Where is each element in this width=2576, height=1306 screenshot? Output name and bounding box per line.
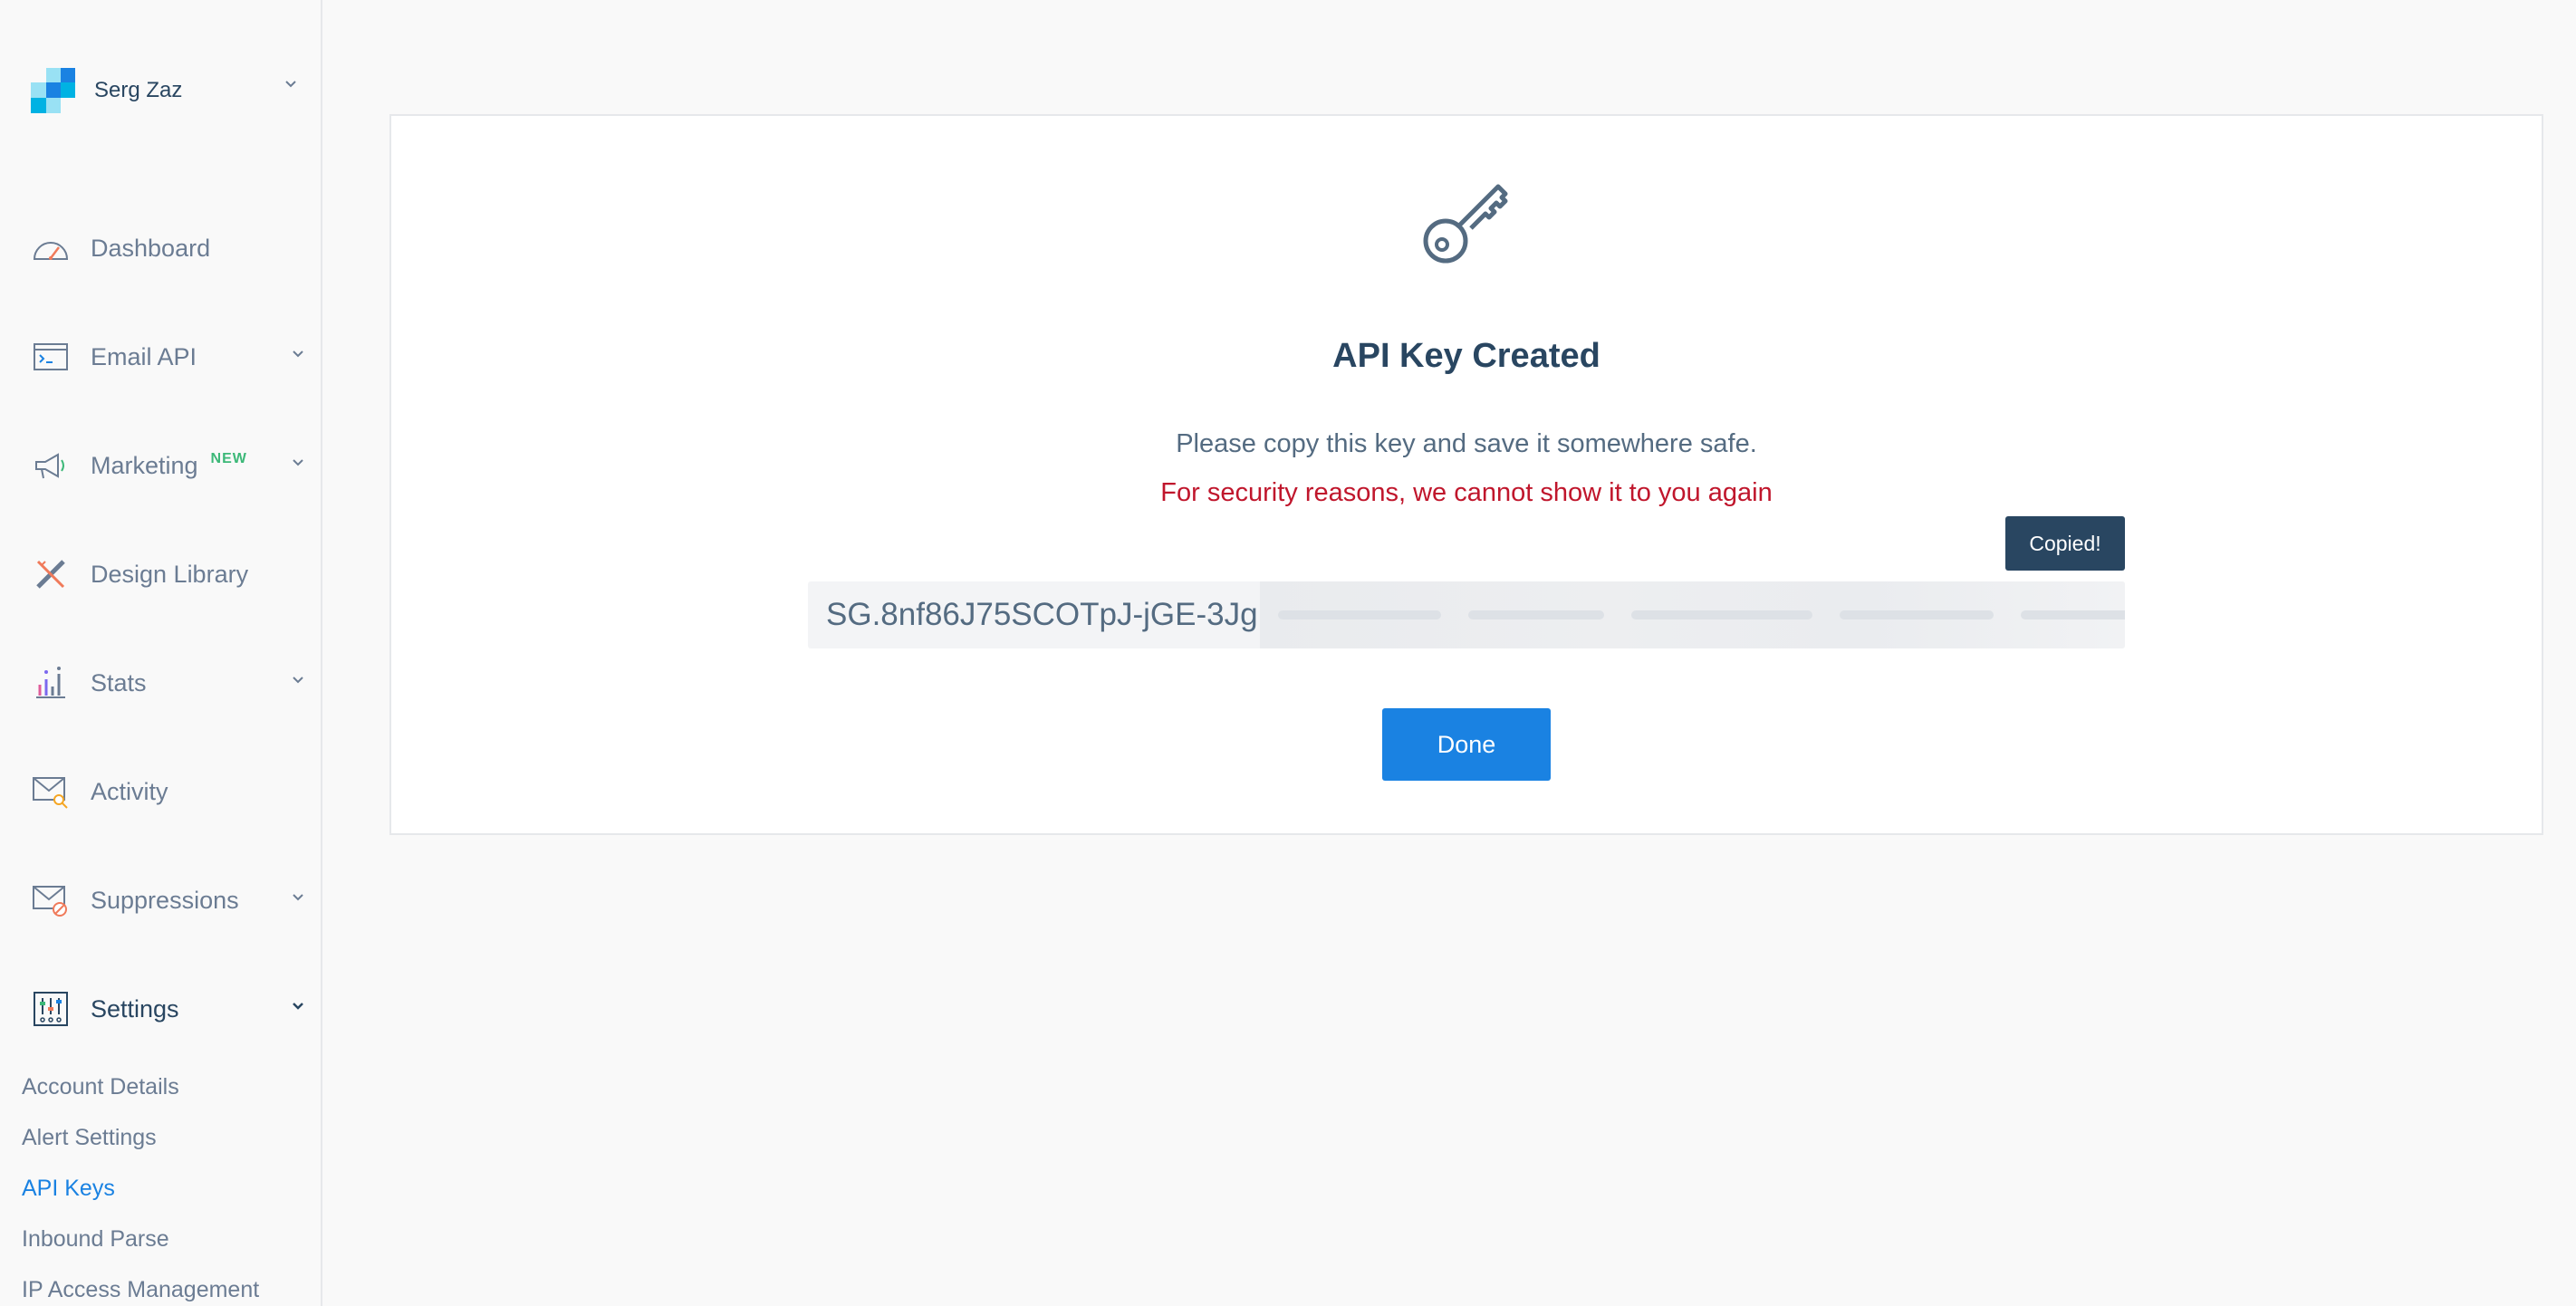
account-switcher[interactable]: Serg Zaz [31, 65, 303, 116]
nav-item-stats[interactable]: Stats [31, 656, 308, 710]
design-library-pencil-ruler-icon [31, 554, 71, 594]
nav-item-marketing[interactable]: Marketing NEW [31, 438, 308, 493]
suppressions-envelope-blocked-icon [31, 880, 71, 920]
nav-label: Settings [91, 994, 179, 1023]
card-title: API Key Created [1332, 337, 1600, 375]
chevron-down-icon [293, 677, 303, 684]
email-api-terminal-icon [31, 337, 71, 377]
chevron-down-icon [293, 351, 303, 358]
nav-item-dashboard[interactable]: Dashboard [31, 221, 308, 275]
chevron-down-icon [293, 1003, 303, 1010]
nav-label: Marketing [91, 451, 198, 479]
card-message: Please copy this key and save it somewhe… [1176, 429, 1757, 458]
nav-item-settings[interactable]: Settings [31, 982, 308, 1036]
api-key-field[interactable]: SG.8nf86J75SCOTpJ-jGE-3Jg [808, 581, 2125, 648]
account-name: Serg Zaz [94, 78, 183, 102]
nav-item-email-api[interactable]: Email API [31, 330, 308, 384]
api-key-created-card: API Key Created Please copy this key and… [389, 114, 2543, 835]
sendgrid-logo-icon [31, 68, 76, 113]
activity-envelope-search-icon [31, 772, 71, 811]
nav-label: Activity [91, 777, 168, 805]
stats-bar-chart-icon [31, 663, 71, 703]
security-warning: For security reasons, we cannot show it … [1160, 478, 1773, 507]
settings-sub-inbound-parse[interactable]: Inbound Parse [22, 1226, 169, 1253]
nav-label: Suppressions [91, 886, 239, 914]
key-icon [1423, 184, 1508, 264]
sidebar: Serg Zaz Dashboard Email API Marketing N… [0, 0, 322, 1306]
chevron-down-icon [293, 459, 303, 466]
settings-sub-api-keys[interactable]: API Keys [22, 1176, 115, 1202]
chevron-down-icon [285, 81, 296, 88]
nav-item-design-library[interactable]: Design Library [31, 547, 308, 601]
nav-label: Email API [91, 342, 197, 370]
chevron-down-icon [293, 894, 303, 901]
settings-sliders-icon [31, 989, 71, 1029]
nav-label: Stats [91, 668, 147, 696]
dashboard-gauge-icon [31, 228, 71, 268]
settings-sub-ip-access-management[interactable]: IP Access Management [22, 1277, 259, 1303]
nav-item-activity[interactable]: Activity [31, 764, 308, 819]
nav-label: Dashboard [91, 234, 211, 262]
settings-sub-account-details[interactable]: Account Details [22, 1074, 179, 1100]
settings-sub-alert-settings[interactable]: Alert Settings [22, 1125, 157, 1151]
api-key-blurred-section [1259, 581, 2125, 648]
copied-tooltip: Copied! [2005, 516, 2125, 571]
nav-label: Design Library [91, 560, 249, 588]
done-button[interactable]: Done [1382, 708, 1551, 781]
nav-item-suppressions[interactable]: Suppressions [31, 873, 308, 927]
api-key-value: SG.8nf86J75SCOTpJ-jGE-3Jg [826, 597, 1258, 632]
marketing-megaphone-icon [31, 446, 71, 485]
new-badge: NEW [210, 451, 247, 466]
